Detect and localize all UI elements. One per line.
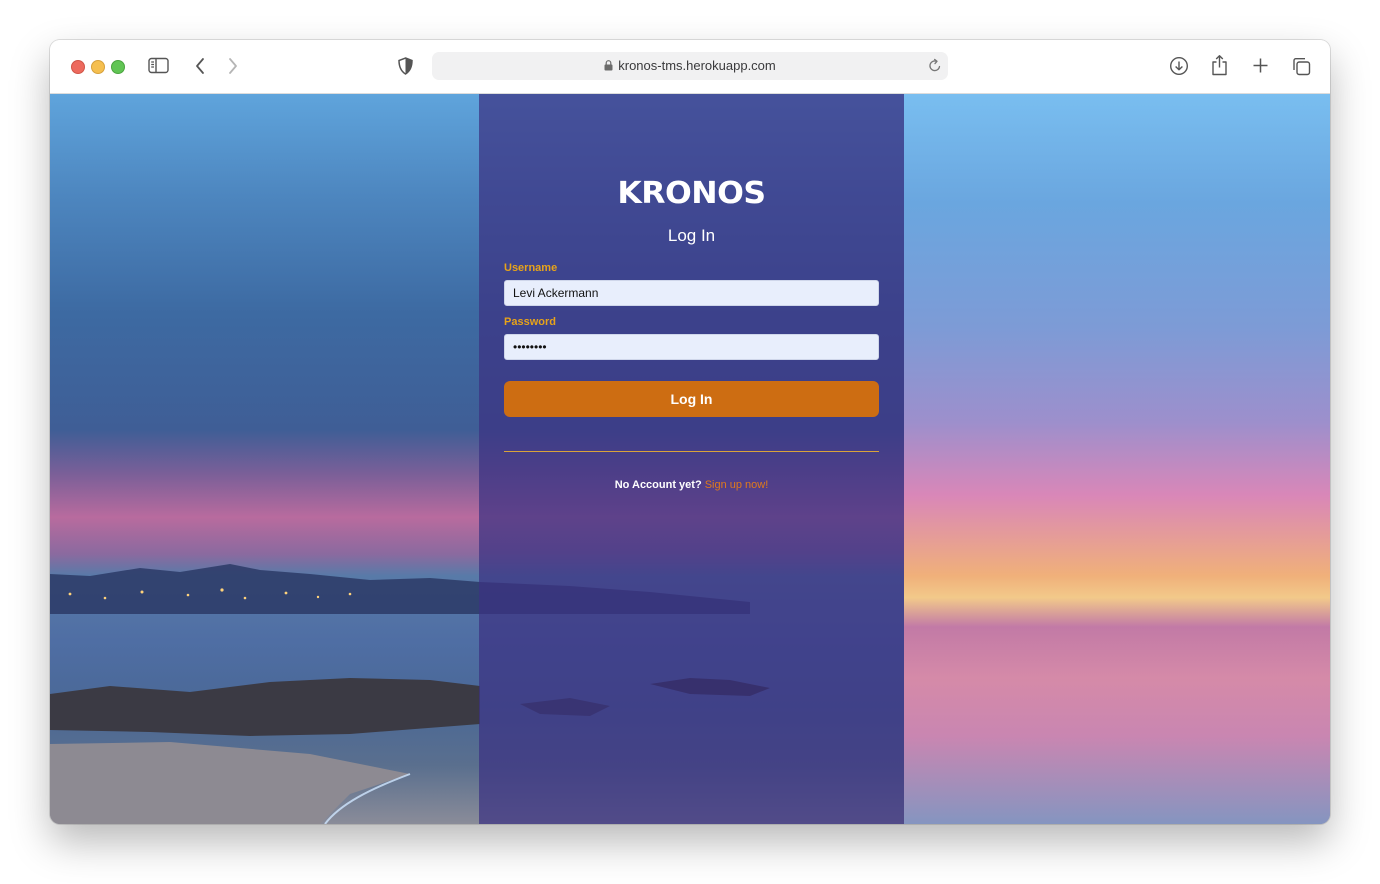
divider [504, 451, 879, 452]
login-button[interactable]: Log In [504, 381, 879, 417]
share-icon[interactable] [1211, 54, 1228, 76]
back-icon[interactable] [194, 57, 206, 75]
browser-window: kronos-tms.herokuapp.com KRONOS Log In U… [50, 40, 1330, 824]
zoom-window-button[interactable] [111, 60, 125, 74]
form-title: Log In [667, 226, 716, 245]
no-account-text: No Account yet? [614, 479, 702, 491]
reload-icon[interactable] [928, 58, 942, 78]
login-panel: KRONOS Log In Username Password Log In N… [479, 94, 904, 824]
login-page: KRONOS Log In Username Password Log In N… [50, 94, 1330, 824]
lock-icon [604, 59, 613, 74]
url-text: kronos-tms.herokuapp.com [618, 58, 776, 73]
signup-link[interactable]: Sign up now! [705, 479, 769, 491]
forward-icon[interactable] [227, 57, 239, 75]
username-label: Username [504, 262, 558, 274]
password-input[interactable] [504, 334, 879, 360]
browser-toolbar: kronos-tms.herokuapp.com [50, 40, 1330, 94]
new-tab-icon[interactable] [1252, 57, 1269, 74]
minimize-window-button[interactable] [91, 60, 105, 74]
signup-prompt: No Account yet? Sign up now! [479, 479, 904, 491]
username-input[interactable] [504, 280, 879, 306]
kronos-logo: KRONOS [617, 176, 766, 211]
sidebar-icon[interactable] [148, 57, 169, 74]
tabs-overview-icon[interactable] [1292, 57, 1311, 76]
download-icon[interactable] [1169, 56, 1189, 76]
background-beach [50, 742, 411, 824]
close-window-button[interactable] [71, 60, 85, 74]
shield-icon[interactable] [398, 57, 413, 75]
password-label: Password [504, 316, 556, 328]
address-bar[interactable]: kronos-tms.herokuapp.com [432, 52, 948, 80]
background-sunset [904, 94, 1330, 824]
